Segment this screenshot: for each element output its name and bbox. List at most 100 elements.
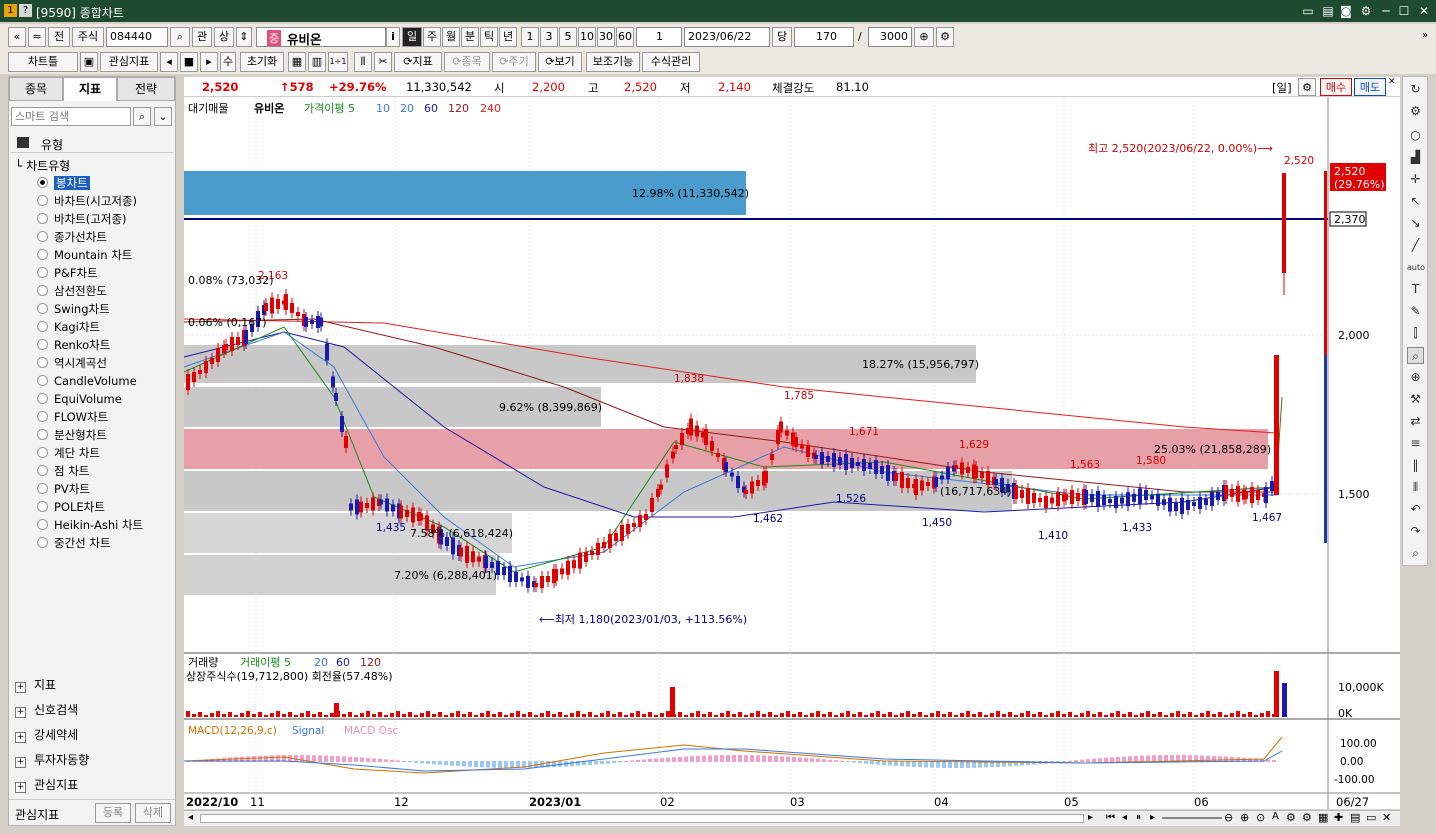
indicator-section[interactable]: + 강세약세 <box>15 725 78 745</box>
bars-icon[interactable]: ‖ <box>1407 457 1424 474</box>
add-icon[interactable]: ✚ <box>1334 811 1343 824</box>
help-icon[interactable]: ? <box>19 4 32 17</box>
gear-icon[interactable]: ⚙ <box>936 27 954 47</box>
pointer-icon[interactable]: ↖ <box>1407 193 1424 210</box>
radio-icon[interactable] <box>37 195 48 206</box>
period-week-button[interactable]: 주 <box>423 27 441 47</box>
circle-icon[interactable]: ○ <box>1407 127 1424 144</box>
line-tool-icon[interactable]: ↘ <box>1407 215 1424 232</box>
radio-icon[interactable] <box>37 303 48 314</box>
stop-icon[interactable]: ■ <box>180 52 198 72</box>
eraser-icon[interactable]: ✎ <box>1407 303 1424 320</box>
chart-type-item[interactable]: POLE차트 <box>37 499 105 516</box>
transfer-icon[interactable]: ⇄ <box>1407 413 1424 430</box>
zoom-slider[interactable] <box>1162 817 1222 819</box>
trend-line-icon[interactable]: ╱ <box>1407 237 1424 254</box>
aux-button[interactable]: 보조기능 <box>586 52 640 72</box>
split-icon[interactable]: ▥ <box>308 52 326 72</box>
gear-icon[interactable]: ⚙ <box>1298 78 1316 96</box>
chart-type-item[interactable]: Renko차트 <box>37 337 110 354</box>
bars-icon[interactable]: ⦀ <box>1407 479 1424 496</box>
auto-icon[interactable]: auto <box>1407 259 1425 276</box>
period-month-button[interactable]: 월 <box>442 27 460 47</box>
tool-icon[interactable]: ⚒ <box>1407 391 1424 408</box>
candle-tool-icon[interactable]: ⫿ <box>1407 325 1424 342</box>
indicator-section[interactable]: + 관심지표 <box>15 775 78 795</box>
chart-type-item[interactable]: Mountain 차트 <box>37 247 132 264</box>
reset-button[interactable]: 초기화 <box>240 52 284 72</box>
tab-strategy[interactable]: 전략 <box>117 77 175 101</box>
stock-name-field[interactable]: 증 유비온 <box>256 27 386 47</box>
window-icon[interactable]: ▭ <box>1366 811 1376 824</box>
chart-svg[interactable]: 대기매물 유비온 가격이평 5 10 20 60 120 240 최고 2,52… <box>183 97 1400 809</box>
radio-icon[interactable] <box>37 339 48 350</box>
stock-button[interactable]: ⟳종목 <box>444 52 490 72</box>
zoom-icon[interactable]: ⊕ <box>914 27 934 47</box>
radio-icon[interactable] <box>37 357 48 368</box>
period-year-button[interactable]: 년 <box>499 27 517 47</box>
total-input[interactable]: 3000 <box>868 27 912 47</box>
radio-icon[interactable] <box>37 375 48 386</box>
interval-10-button[interactable]: 10 <box>578 27 596 47</box>
radio-icon[interactable] <box>37 177 48 188</box>
chart-type-item[interactable]: 점 차트 <box>37 463 89 480</box>
chart-type-item[interactable]: Heikin-Ashi 차트 <box>37 517 143 534</box>
chart-type-item[interactable]: 역시계곡선 <box>37 355 107 372</box>
chart-type-item[interactable]: 계단 차트 <box>37 445 100 462</box>
save-icon[interactable]: ▣ <box>80 52 98 72</box>
radio-icon[interactable] <box>37 519 48 530</box>
scroll-right-icon[interactable]: ▸ <box>1088 812 1093 823</box>
period-minute-button[interactable]: 분 <box>461 27 479 47</box>
minimize-icon[interactable]: ─ <box>1378 3 1394 19</box>
interval-30-button[interactable]: 30 <box>597 27 615 47</box>
radio-icon[interactable] <box>37 501 48 512</box>
font-icon[interactable]: A <box>1272 811 1279 822</box>
register-button[interactable]: 등록 <box>95 803 131 823</box>
detail-button[interactable]: 상 <box>214 27 234 47</box>
camera-icon[interactable]: ◙ <box>1338 3 1354 19</box>
search-icon[interactable]: ⌕ <box>1407 545 1424 562</box>
close-icon[interactable]: ✕ <box>1388 77 1396 87</box>
tree-root[interactable]: └ 차트유형 <box>15 157 70 174</box>
indicator-section[interactable]: + 투자자동향 <box>15 750 89 770</box>
radio-icon[interactable] <box>37 429 48 440</box>
nav-prev-button[interactable]: ≈ <box>28 27 46 47</box>
grid-icon[interactable]: ▦ <box>288 52 306 72</box>
gear-icon[interactable]: ⚙ <box>1302 811 1312 824</box>
grid-icon[interactable]: ▤ <box>1350 811 1360 824</box>
formula-button[interactable]: 수식관리 <box>642 52 700 72</box>
chart-type-item[interactable]: CandleVolume <box>37 373 137 390</box>
su-button[interactable]: 수 <box>220 52 236 72</box>
scroll-left-icon[interactable]: ◂ <box>188 812 193 823</box>
layout-icon[interactable]: ▭ <box>1300 3 1316 19</box>
chart-type-item[interactable]: EquiVolume <box>37 391 122 408</box>
tab-stock[interactable]: 종목 <box>9 77 63 101</box>
expand-icon[interactable]: + <box>15 707 26 718</box>
pause-icon[interactable]: ⏸ <box>1136 812 1141 823</box>
chart-type-button[interactable]: 차트틀 <box>8 52 78 72</box>
settings-icon[interactable]: ⚙ <box>1358 3 1374 19</box>
scissors-icon[interactable]: ✂ <box>374 52 392 72</box>
prev-icon[interactable]: ◂ <box>160 52 178 72</box>
expand-icon[interactable]: » <box>1422 30 1428 41</box>
market-select[interactable]: 주식 <box>72 27 104 47</box>
chart-type-item[interactable]: Swing차트 <box>37 301 110 318</box>
buy-button[interactable]: 매수 <box>1320 78 1352 96</box>
dang-button[interactable]: 당 <box>772 27 792 47</box>
reset-zoom-icon[interactable]: ⊙ <box>1256 811 1265 824</box>
nav-first-button[interactable]: « <box>8 27 26 47</box>
interval-5-button[interactable]: 5 <box>559 27 577 47</box>
radio-icon[interactable] <box>37 321 48 332</box>
radio-icon[interactable] <box>37 447 48 458</box>
type-section[interactable]: 유형 <box>11 133 173 153</box>
search-icon[interactable]: ⌕ <box>170 27 190 47</box>
zoom-in-icon[interactable]: ⊕ <box>1240 811 1249 824</box>
radio-icon[interactable] <box>37 483 48 494</box>
play-icon[interactable]: ▸ <box>200 52 218 72</box>
ratio-icon[interactable]: 1÷1 <box>328 52 348 72</box>
radio-icon[interactable] <box>37 267 48 278</box>
watch-button[interactable]: 관 <box>192 27 212 47</box>
expand-icon[interactable]: + <box>15 732 26 743</box>
chart-type-item[interactable]: 중간선 차트 <box>37 535 111 552</box>
radio-icon[interactable] <box>37 393 48 404</box>
